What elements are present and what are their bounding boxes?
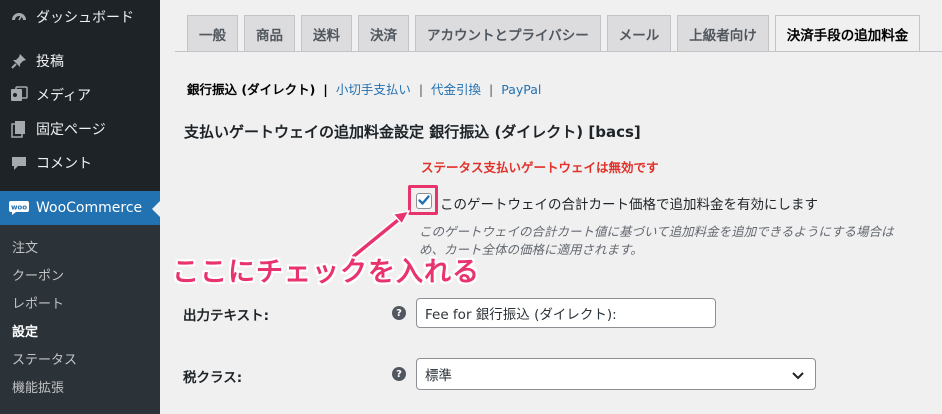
help-icon[interactable]: ? — [392, 367, 406, 381]
tab-payments[interactable]: 決済 — [358, 15, 409, 52]
woocommerce-submenu: 注文 クーポン レポート 設定 ステータス 機能拡張 — [0, 225, 160, 414]
description-line: このゲートウェイの合計カート値に基づいて追加料金を追加できるようにする場合は — [419, 224, 894, 239]
description-line: め、カート全体の価格に適用されます。 — [419, 242, 643, 257]
comment-icon — [9, 153, 29, 173]
dashboard-icon — [9, 7, 29, 27]
pin-icon — [9, 51, 29, 71]
submenu-item-extensions[interactable]: 機能拡張 — [12, 377, 64, 396]
help-icon[interactable]: ? — [392, 306, 406, 320]
sidebar-item-label: メディア — [36, 88, 92, 104]
tab-accounts-privacy[interactable]: アカウントとプライバシー — [415, 15, 601, 52]
sidebar-item-label: 固定ページ — [36, 122, 106, 138]
woo-icon: woo — [9, 198, 29, 218]
enable-fee-description: このゲートウェイの合計カート値に基づいて追加料金を追加できるようにする場合は め… — [419, 223, 942, 259]
submenu-item-reports[interactable]: レポート — [12, 293, 64, 312]
sidebar-item-dashboard[interactable]: ダッシュボード — [0, 0, 160, 34]
subnav-separator: | — [489, 82, 494, 97]
sidebar-item-comments[interactable]: コメント — [0, 146, 160, 180]
sidebar-item-posts[interactable]: 投稿 — [0, 44, 160, 78]
tax-class-value: 標準 — [425, 368, 452, 384]
tab-general[interactable]: 一般 — [187, 15, 238, 52]
subnav-separator: | — [323, 82, 328, 97]
gateway-subnav: 銀行振込 (ダイレクト) | 小切手支払い | 代金引換 | PayPal — [187, 79, 541, 98]
subnav-link-cod[interactable]: 代金引換 — [431, 82, 481, 97]
svg-text:woo: woo — [11, 204, 27, 212]
tab-advanced[interactable]: 上級者向け — [677, 15, 769, 52]
submenu-item-orders[interactable]: 注文 — [12, 237, 38, 256]
output-text-input[interactable] — [416, 298, 716, 328]
annotation-label: ここにチェックを入れる — [172, 257, 480, 288]
subnav-link-paypal[interactable]: PayPal — [501, 82, 541, 97]
tab-payment-fees[interactable]: 決済手段の追加料金 — [774, 15, 921, 52]
sidebar-item-label: コメント — [36, 156, 92, 172]
submenu-item-coupons[interactable]: クーポン — [12, 265, 64, 284]
section-title: 支払いゲートウェイの追加料金設定 銀行振込 (ダイレクト) [bacs] — [184, 123, 641, 141]
media-icon — [9, 85, 29, 105]
sidebar-item-label: ダッシュボード — [36, 10, 134, 26]
sidebar-item-pages[interactable]: 固定ページ — [0, 112, 160, 146]
subnav-current-bacs: 銀行振込 (ダイレクト) — [187, 82, 316, 97]
subnav-separator: | — [418, 82, 424, 97]
chevron-down-icon — [791, 368, 805, 386]
sidebar-item-woocommerce[interactable]: woo WooCommerce — [0, 191, 160, 225]
submenu-item-status[interactable]: ステータス — [12, 349, 77, 368]
tab-products[interactable]: 商品 — [244, 15, 295, 52]
tab-divider — [175, 51, 942, 52]
tab-emails[interactable]: メール — [606, 15, 672, 52]
admin-sidebar: ダッシュボード 投稿 メディア 固定ページ コメント woo WooCommer… — [0, 0, 160, 414]
settings-tabs: 一般 商品 送料 決済 アカウントとプライバシー メール 上級者向け 決済手段の… — [187, 15, 926, 52]
sidebar-item-media[interactable]: メディア — [0, 78, 160, 112]
tax-class-select[interactable]: 標準 — [416, 358, 816, 390]
submenu-item-settings[interactable]: 設定 — [12, 321, 38, 340]
highlight-box — [408, 185, 438, 215]
active-menu-arrow — [152, 201, 160, 217]
page-icon — [9, 119, 29, 139]
tax-class-label: 税クラス: — [183, 370, 243, 386]
gateway-status-warning: ステータス支払いゲートウェイは無効です — [421, 160, 659, 175]
tab-shipping[interactable]: 送料 — [301, 15, 352, 52]
sidebar-item-label: WooCommerce — [36, 200, 143, 216]
sidebar-item-label: 投稿 — [36, 54, 64, 70]
subnav-link-cheque[interactable]: 小切手支払い — [336, 82, 411, 97]
enable-fee-label[interactable]: このゲートウェイの合計カート価格で追加料金を有効にします — [440, 193, 818, 213]
output-text-label: 出力テキスト: — [183, 308, 269, 324]
